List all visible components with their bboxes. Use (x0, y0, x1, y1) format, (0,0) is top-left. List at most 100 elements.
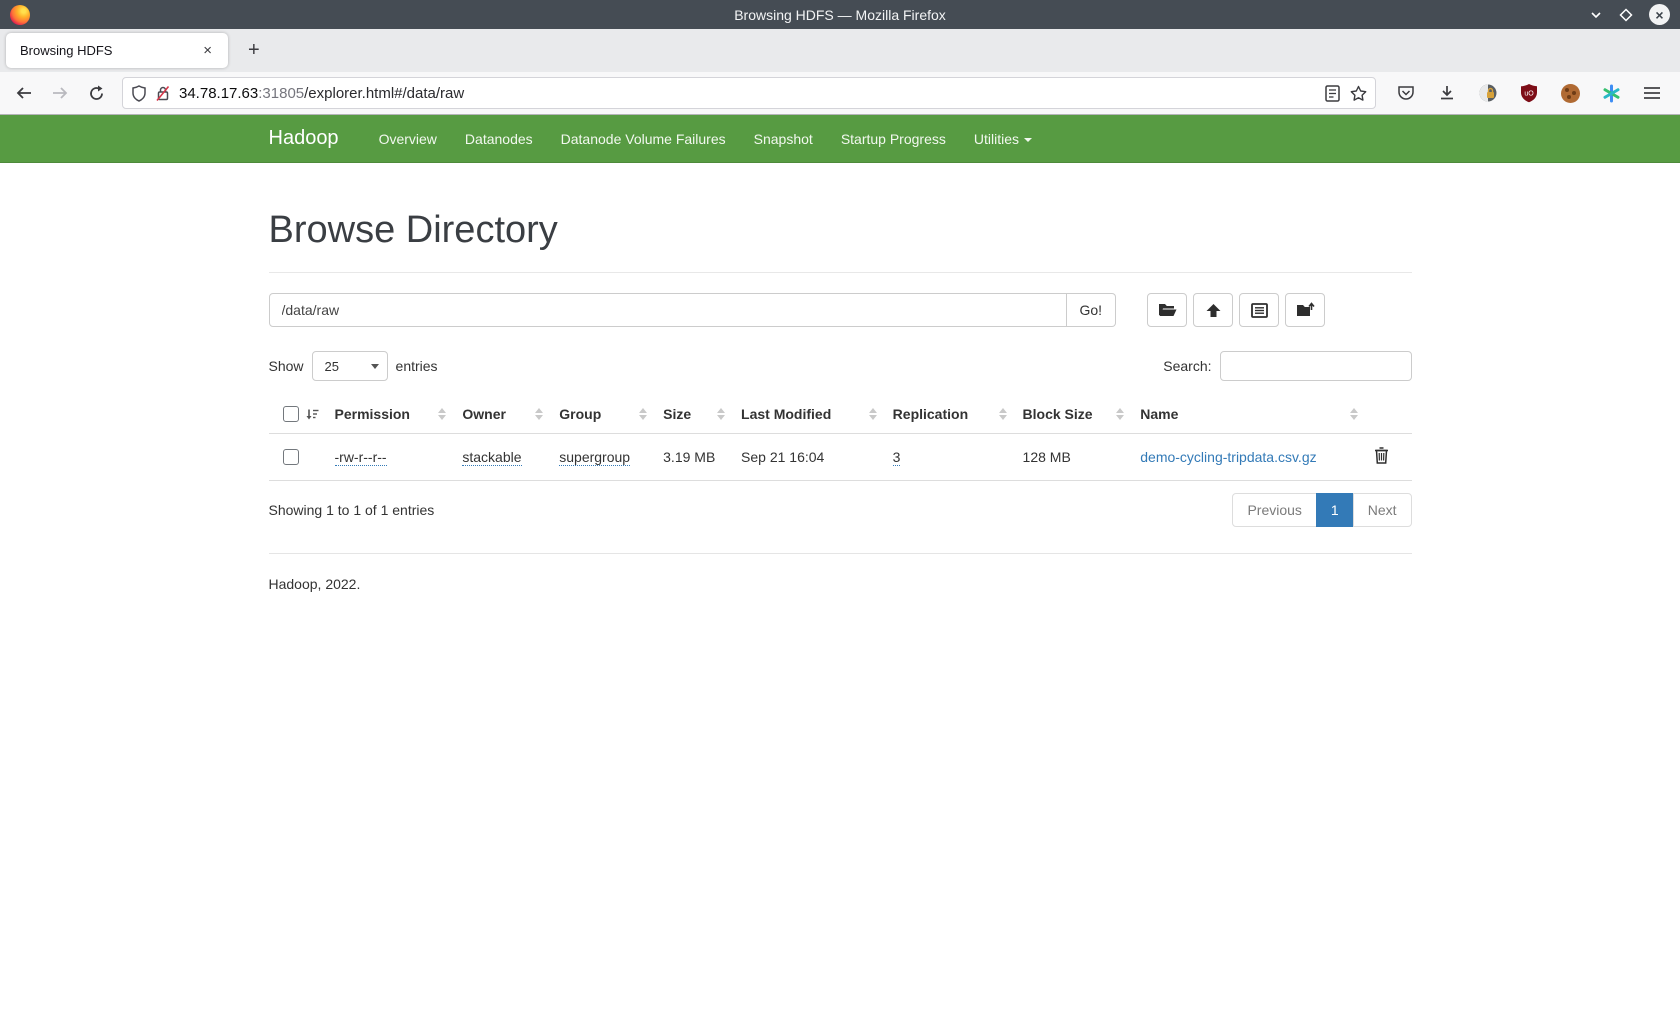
pagination-page-1[interactable]: 1 (1316, 493, 1354, 527)
header-block-size-label: Block Size (1023, 406, 1093, 422)
upload-file-button[interactable] (1193, 293, 1233, 327)
header-owner-label: Owner (462, 406, 506, 422)
sort-icon (717, 408, 725, 420)
cell-replication: 3 (885, 434, 1015, 481)
pagination-previous[interactable]: Previous (1232, 493, 1316, 527)
cell-size: 3.19 MB (655, 434, 733, 481)
nav-item-startup-progress[interactable]: Startup Progress (827, 115, 960, 163)
minimize-icon[interactable] (1589, 8, 1603, 22)
tracking-shield-icon[interactable] (131, 85, 147, 102)
page-length-select-wrap: 25 (312, 351, 388, 381)
header-block-size[interactable]: Block Size (1015, 395, 1133, 434)
tab-bar: Browsing HDFS × + (0, 29, 1680, 72)
nav-item-utilities-label: Utilities (974, 131, 1019, 147)
tab-close-icon[interactable]: × (197, 40, 218, 61)
new-tab-button[interactable]: + (236, 39, 272, 62)
chevron-down-icon (1024, 138, 1032, 142)
permission-value[interactable]: -rw-r--r-- (335, 449, 387, 466)
owner-value[interactable]: stackable (462, 449, 521, 466)
folder-open-icon (1158, 302, 1177, 318)
page-length-select[interactable]: 25 (312, 351, 388, 381)
footer-divider (269, 553, 1412, 554)
close-window-icon[interactable]: × (1649, 4, 1670, 25)
urlbar-page-actions (1325, 85, 1367, 102)
folder-new-icon (1296, 302, 1315, 318)
footer-text: Hadoop, 2022. (269, 576, 1412, 592)
colorful-extension-icon[interactable] (1595, 78, 1627, 108)
trash-icon (1374, 447, 1389, 464)
sort-icon (438, 408, 446, 420)
header-replication[interactable]: Replication (885, 395, 1015, 434)
insecure-lock-icon[interactable] (155, 85, 171, 102)
toolbar-extensions: uO (1390, 78, 1672, 108)
upload-icon (1205, 303, 1222, 318)
path-input-group: Go! (269, 293, 1117, 327)
file-link[interactable]: demo-cycling-tripdata.csv.gz (1140, 449, 1316, 465)
select-all-checkbox[interactable] (283, 406, 299, 422)
header-select-all (269, 395, 327, 434)
url-bar[interactable]: 34.78.17.63:31805/explorer.html#/data/ra… (122, 77, 1376, 109)
header-actions (1366, 395, 1412, 434)
delete-file-button[interactable] (1374, 447, 1389, 464)
privacy-extension-icon[interactable] (1472, 78, 1504, 108)
open-folder-button[interactable] (1147, 293, 1187, 327)
forward-icon[interactable] (44, 78, 76, 108)
header-owner[interactable]: Owner (454, 395, 551, 434)
url-path: /explorer.html#/data/raw (304, 85, 464, 102)
paste-clipboard-button[interactable] (1239, 293, 1279, 327)
nav-item-datanodes[interactable]: Datanodes (451, 115, 547, 163)
create-directory-button[interactable] (1285, 293, 1325, 327)
header-name[interactable]: Name (1132, 395, 1365, 434)
nav-item-overview[interactable]: Overview (365, 115, 451, 163)
table-controls: Show 25 entries Search: (269, 351, 1412, 381)
window-title: Browsing HDFS — Mozilla Firefox (0, 7, 1680, 23)
header-group[interactable]: Group (551, 395, 655, 434)
pagination: Previous 1 Next (1232, 493, 1411, 527)
search-label: Search: (1163, 358, 1211, 374)
downloads-icon[interactable] (1431, 78, 1463, 108)
back-icon[interactable] (8, 78, 40, 108)
sort-icon (639, 408, 647, 420)
header-replication-label: Replication (893, 406, 968, 422)
window-controls: × (1589, 0, 1670, 29)
bookmark-star-icon[interactable] (1350, 85, 1367, 102)
menu-hamburger-icon[interactable] (1636, 78, 1668, 108)
nav-item-utilities[interactable]: Utilities (960, 115, 1046, 163)
pocket-icon[interactable] (1390, 78, 1422, 108)
group-value[interactable]: supergroup (559, 449, 630, 466)
cell-last-modified: Sep 21 16:04 (733, 434, 885, 481)
search-control: Search: (1163, 351, 1411, 381)
table-footer: Showing 1 to 1 of 1 entries Previous 1 N… (269, 493, 1412, 527)
navbar-brand-hadoop[interactable]: Hadoop (269, 127, 339, 150)
title-divider (269, 272, 1412, 273)
file-listing-table: Permission Owner Group Size Last Modifie… (269, 395, 1412, 481)
tab-browsing-hdfs[interactable]: Browsing HDFS × (6, 33, 228, 68)
path-form: Go! (269, 293, 1412, 327)
header-last-modified-label: Last Modified (741, 406, 831, 422)
cookie-extension-icon[interactable] (1554, 78, 1586, 108)
table-row: -rw-r--r-- stackable supergroup 3.19 MB … (269, 434, 1412, 481)
ublock-origin-icon[interactable]: uO (1513, 78, 1545, 108)
url-port: :31805 (258, 85, 304, 102)
sort-order-icon[interactable] (306, 408, 319, 421)
maximize-icon[interactable] (1619, 8, 1633, 22)
url-text[interactable]: 34.78.17.63:31805/explorer.html#/data/ra… (179, 85, 1317, 102)
header-size[interactable]: Size (655, 395, 733, 434)
nav-item-snapshot[interactable]: Snapshot (740, 115, 827, 163)
header-permission[interactable]: Permission (327, 395, 455, 434)
row-checkbox[interactable] (283, 449, 299, 465)
search-input[interactable] (1220, 351, 1412, 381)
reader-view-icon[interactable] (1325, 85, 1340, 102)
directory-path-input[interactable] (269, 293, 1067, 327)
pagination-next[interactable]: Next (1353, 493, 1412, 527)
cell-name: demo-cycling-tripdata.csv.gz (1132, 434, 1365, 481)
svg-text:uO: uO (1524, 91, 1534, 98)
cell-permission: -rw-r--r-- (327, 434, 455, 481)
go-button[interactable]: Go! (1067, 293, 1117, 327)
table-header-row: Permission Owner Group Size Last Modifie… (269, 395, 1412, 434)
header-last-modified[interactable]: Last Modified (733, 395, 885, 434)
reload-icon[interactable] (80, 78, 112, 108)
replication-value[interactable]: 3 (893, 449, 901, 466)
header-name-label: Name (1140, 406, 1178, 422)
nav-item-datanode-volume-failures[interactable]: Datanode Volume Failures (547, 115, 740, 163)
